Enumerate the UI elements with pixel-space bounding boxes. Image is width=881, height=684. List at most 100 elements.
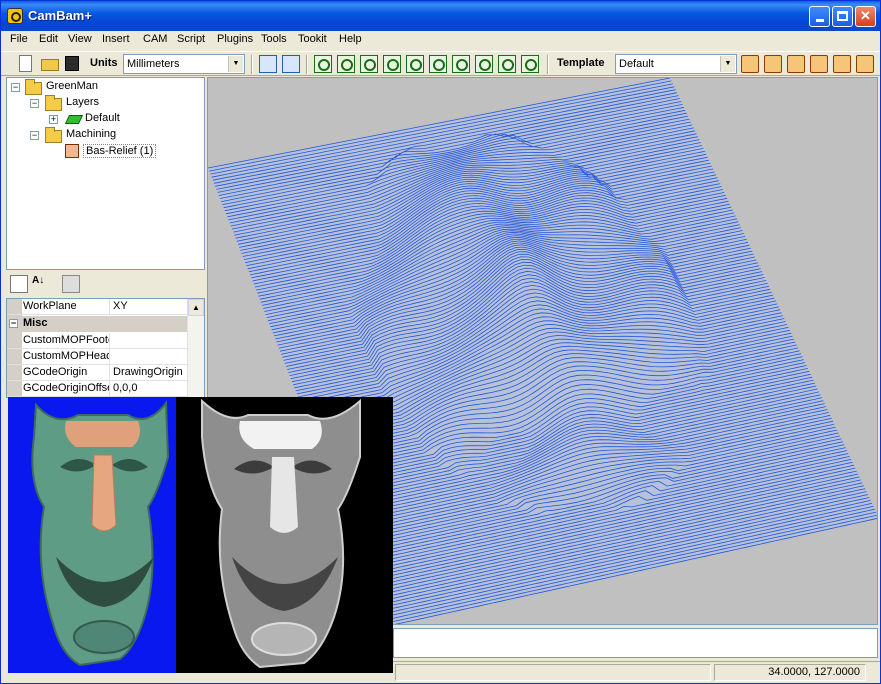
menu-bar: File Edit View Insert CAM Script Plugins… — [1, 31, 880, 50]
save-icon[interactable] — [65, 56, 79, 71]
tree-node-default-layer[interactable]: + Default — [7, 111, 204, 127]
tree-node-bas-relief[interactable]: Bas-Relief (1) — [7, 143, 204, 159]
property-value[interactable]: DrawingOrigin — [111, 365, 189, 381]
grid-icon[interactable] — [282, 55, 300, 73]
toolbar-separator — [306, 55, 308, 74]
property-name: CustomMOPFooter — [22, 333, 110, 349]
main-toolbar: Units Millimeters ▼ Template Default ▼ — [1, 51, 880, 76]
window-title: CamBam+ — [28, 8, 92, 23]
tree-node-machining[interactable]: − Machining — [7, 127, 204, 143]
bas-relief-mop-icon — [65, 144, 79, 158]
property-name: CustomMOPHeader — [22, 349, 110, 365]
menu-edit[interactable]: Edit — [39, 33, 58, 45]
maximize-button[interactable] — [832, 6, 853, 27]
status-bar: 34.0000, 127.0000 — [393, 661, 880, 683]
property-pages-icon[interactable] — [62, 275, 80, 293]
tree-label-root: GreenMan — [46, 80, 98, 92]
region-icon[interactable] — [498, 55, 516, 73]
polyline-icon[interactable] — [314, 55, 332, 73]
message-panel[interactable] — [393, 628, 878, 658]
tree-label-default: Default — [85, 112, 120, 124]
menu-script[interactable]: Script — [177, 33, 205, 45]
engrave-mop-icon[interactable] — [810, 55, 828, 73]
tree-node-greenman[interactable]: − GreenMan — [7, 79, 204, 95]
menu-plugins[interactable]: Plugins — [217, 33, 253, 45]
collapse-icon[interactable]: − — [30, 99, 39, 108]
minimize-button[interactable] — [809, 6, 830, 27]
chevron-down-icon[interactable]: ▼ — [228, 56, 243, 72]
property-row[interactable]: CustomMOPHeader — [7, 349, 189, 365]
collapse-icon[interactable]: − — [9, 319, 18, 328]
property-value[interactable]: 0,0,0 — [111, 381, 189, 397]
collapse-icon[interactable]: − — [30, 131, 39, 140]
menu-tookit[interactable]: Tookit — [298, 33, 327, 45]
property-category-misc[interactable]: − Misc — [7, 316, 189, 332]
property-value[interactable] — [111, 349, 189, 365]
snap-icon[interactable] — [259, 55, 277, 73]
property-row[interactable]: GCodeOriginOffset 0,0,0 — [7, 381, 189, 397]
property-name: GCodeOrigin — [22, 365, 110, 381]
menu-view[interactable]: View — [68, 33, 92, 45]
property-grid: WorkPlane XY − Misc CustomMOPFooter Cust… — [6, 298, 205, 398]
tree-label-layers: Layers — [66, 96, 100, 108]
cursor-coordinates: 34.0000, 127.0000 — [714, 664, 866, 681]
points-icon[interactable] — [383, 55, 401, 73]
collapse-icon[interactable]: − — [11, 83, 20, 92]
close-button[interactable]: ✕ — [855, 6, 876, 27]
text-icon[interactable] — [521, 55, 539, 73]
property-value[interactable] — [111, 333, 189, 349]
pocket-mop-icon[interactable] — [764, 55, 782, 73]
folder-icon — [45, 127, 62, 143]
drill-mop-icon[interactable] — [787, 55, 805, 73]
menu-cam[interactable]: CAM — [143, 33, 167, 45]
tree-label-mop: Bas-Relief (1) — [83, 144, 157, 158]
property-row[interactable]: GCodeOrigin DrawingOrigin — [7, 365, 189, 381]
expand-icon[interactable]: + — [49, 115, 58, 124]
rectangle-icon[interactable] — [429, 55, 447, 73]
tree-node-layers[interactable]: − Layers — [7, 95, 204, 111]
categorized-icon[interactable] — [10, 275, 28, 293]
property-value[interactable]: XY — [111, 299, 189, 315]
new-file-icon[interactable] — [19, 55, 32, 72]
circle-icon[interactable] — [337, 55, 355, 73]
template-label: Template — [557, 57, 605, 69]
units-combo[interactable]: Millimeters ▼ — [123, 54, 245, 74]
profile-mop-icon[interactable] — [741, 55, 759, 73]
menu-insert[interactable]: Insert — [102, 33, 130, 45]
property-name: GCodeOriginOffset — [22, 381, 110, 397]
open-folder-icon[interactable] — [41, 59, 59, 71]
menu-tools[interactable]: Tools — [261, 33, 287, 45]
green-man-reference-image — [8, 397, 393, 673]
template-combo[interactable]: Default ▼ — [615, 54, 737, 74]
sort-alphabetical-icon[interactable]: A↓ — [32, 275, 50, 293]
folder-icon — [45, 95, 62, 111]
units-label: Units — [90, 57, 118, 69]
status-message — [395, 664, 711, 681]
minimize-icon — [815, 19, 824, 22]
menu-file[interactable]: File — [10, 33, 28, 45]
category-label: Misc — [23, 317, 48, 329]
line-icon[interactable] — [360, 55, 378, 73]
property-row-workplane[interactable]: WorkPlane XY — [7, 299, 189, 315]
polygon-icon[interactable] — [406, 55, 424, 73]
tree-label-machining: Machining — [66, 128, 117, 140]
3d-profile-mop-icon[interactable] — [833, 55, 851, 73]
scroll-up-icon[interactable]: ▲ — [188, 299, 204, 316]
template-value: Default — [619, 58, 654, 70]
title-bar[interactable]: CamBam+ ✕ — [1, 1, 880, 31]
folder-icon — [25, 79, 42, 95]
layer-icon — [64, 115, 84, 124]
property-scrollbar[interactable]: ▲ — [187, 299, 204, 397]
property-name: WorkPlane — [22, 299, 110, 315]
lathe-mop-icon[interactable] — [856, 55, 874, 73]
menu-help[interactable]: Help — [339, 33, 362, 45]
drawing-tree: − GreenMan − Layers + Default − Machinin… — [6, 77, 205, 270]
spline-icon[interactable] — [452, 55, 470, 73]
property-toolbar: A↓ — [6, 272, 205, 296]
property-row[interactable]: CustomMOPFooter — [7, 333, 189, 349]
cambam-window: CamBam+ ✕ File Edit View Insert CAM Scri… — [0, 0, 881, 684]
chevron-down-icon[interactable]: ▼ — [720, 56, 735, 72]
surface-icon[interactable] — [475, 55, 493, 73]
maximize-icon — [837, 11, 848, 21]
mask-photos — [8, 397, 393, 673]
